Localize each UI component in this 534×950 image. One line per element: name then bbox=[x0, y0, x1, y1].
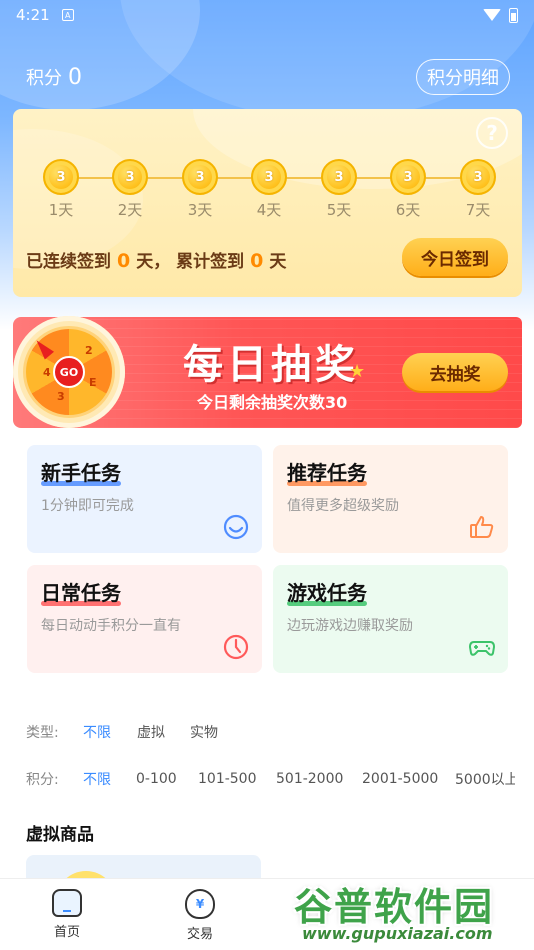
summary-suffix: 天 bbox=[269, 252, 287, 272]
coin-icon: 3 bbox=[112, 159, 148, 195]
wheel-go-icon: GO bbox=[53, 356, 85, 388]
type-option-virtual[interactable]: 虚拟 bbox=[137, 722, 190, 742]
task-title: 推荐任务 bbox=[287, 461, 367, 485]
go-lottery-button[interactable]: 去抽奖 bbox=[402, 353, 508, 391]
nav-trade[interactable]: ¥ 交易 bbox=[170, 889, 230, 942]
signin-day-2: 3 2天 bbox=[110, 159, 150, 220]
nav-home[interactable]: 首页 bbox=[37, 889, 97, 940]
home-icon bbox=[52, 889, 82, 917]
day-label: 6天 bbox=[395, 201, 421, 219]
notification-a-icon: A bbox=[61, 9, 74, 21]
smile-icon bbox=[223, 514, 249, 540]
lottery-title: 每日抽奖 bbox=[183, 342, 359, 388]
task-desc: 值得更多超级奖励 bbox=[287, 498, 399, 514]
points-option-all[interactable]: 不限 bbox=[83, 769, 136, 789]
points-header: 积分 0 积分明细 bbox=[26, 59, 510, 95]
lottery-remaining: 今日剩余抽奖次数30 bbox=[197, 393, 348, 412]
nav-label: 首页 bbox=[53, 925, 80, 940]
day-label: 2天 bbox=[117, 201, 143, 219]
signin-day-1: 3 1天 bbox=[41, 159, 81, 220]
battery-icon bbox=[509, 7, 518, 23]
task-card-newbie[interactable]: 新手任务 1分钟即可完成 bbox=[27, 445, 262, 553]
lottery-banner[interactable]: 2 4 3 E GO 每日抽奖 ★ 今日剩余抽奖次数30 去抽奖 bbox=[13, 316, 522, 428]
points-option-0-100[interactable]: 0-100 bbox=[136, 771, 198, 787]
signin-day-3: 3 3天 bbox=[180, 159, 220, 220]
task-title: 新手任务 bbox=[41, 461, 121, 485]
points-filter: 积分: 不限 0-100 101-500 501-2000 2001-5000 … bbox=[26, 767, 515, 791]
help-icon[interactable]: ? bbox=[476, 117, 508, 149]
task-card-recommend[interactable]: 推荐任务 值得更多超级奖励 bbox=[273, 445, 508, 553]
signin-day-5: 3 5天 bbox=[319, 159, 359, 220]
coin-icon: 3 bbox=[251, 159, 287, 195]
task-desc: 每日动动手积分一直有 bbox=[41, 618, 181, 634]
task-desc: 1分钟即可完成 bbox=[41, 498, 134, 514]
consecutive-days-count: 0 bbox=[117, 250, 131, 272]
task-title: 游戏任务 bbox=[287, 581, 367, 605]
day-label: 4天 bbox=[256, 201, 282, 219]
gamepad-icon bbox=[469, 641, 495, 656]
points-option-101-500[interactable]: 101-500 bbox=[198, 771, 276, 787]
task-desc: 边玩游戏边赚取奖励 bbox=[287, 618, 413, 634]
status-time: 4:21 bbox=[16, 6, 50, 24]
type-filter-label: 类型: bbox=[26, 725, 59, 741]
day-label: 5天 bbox=[326, 201, 352, 219]
points-option-5000-plus[interactable]: 5000以上 bbox=[455, 769, 515, 789]
signin-day-4: 3 4天 bbox=[249, 159, 289, 220]
section-title: 虚拟商品 bbox=[26, 825, 94, 845]
star-icon: ★ bbox=[349, 361, 366, 382]
coin-icon: 3 bbox=[460, 159, 496, 195]
type-option-physical[interactable]: 实物 bbox=[190, 722, 218, 742]
signin-day-6: 3 6天 bbox=[388, 159, 428, 220]
task-card-game[interactable]: 游戏任务 边玩游戏边赚取奖励 bbox=[273, 565, 508, 673]
coin-icon: 3 bbox=[390, 159, 426, 195]
day-label: 7天 bbox=[465, 201, 491, 219]
coin-icon: 3 bbox=[321, 159, 357, 195]
signin-days: 3 1天 3 2天 3 3天 3 4天 3 5天 3 6天 3 7天 bbox=[41, 159, 496, 229]
signin-summary: 已连续签到 0 天， 累计签到 0 天 bbox=[26, 247, 286, 272]
checkin-button[interactable]: 今日签到 bbox=[402, 238, 508, 276]
signin-card: ? 3 1天 3 2天 3 3天 3 4天 3 5天 3 6天 3 7天 已连续… bbox=[13, 109, 522, 297]
coin-icon: 3 bbox=[43, 159, 79, 195]
summary-mid: 天， 累计签到 bbox=[136, 252, 245, 272]
points-detail-button[interactable]: 积分明细 bbox=[416, 59, 510, 95]
day-label: 1天 bbox=[48, 201, 74, 219]
coin-icon: 3 bbox=[182, 159, 218, 195]
lottery-wheel-icon: 2 4 3 E GO bbox=[13, 316, 125, 428]
type-option-all[interactable]: 不限 bbox=[83, 722, 137, 742]
watermark-logo: 谷普软件园 www.gupuxiazai.com bbox=[294, 885, 495, 943]
type-filter: 类型: 不限 虚拟 实物 bbox=[26, 720, 218, 744]
points-option-2001-5000[interactable]: 2001-5000 bbox=[362, 771, 455, 787]
points-option-501-2000[interactable]: 501-2000 bbox=[276, 771, 362, 787]
total-days-count: 0 bbox=[250, 250, 264, 272]
task-card-daily[interactable]: 日常任务 每日动动手积分一直有 bbox=[27, 565, 262, 673]
nav-label: 交易 bbox=[186, 927, 213, 942]
wifi-icon bbox=[483, 9, 501, 21]
signin-day-7: 3 7天 bbox=[458, 159, 498, 220]
summary-prefix: 已连续签到 bbox=[26, 252, 111, 272]
task-title: 日常任务 bbox=[41, 581, 121, 605]
clock-icon bbox=[223, 634, 249, 660]
points-label: 积分 bbox=[26, 68, 62, 89]
day-label: 3天 bbox=[187, 201, 213, 219]
points-filter-label: 积分: bbox=[26, 772, 59, 788]
points-value: 0 bbox=[68, 64, 82, 90]
status-bar: 4:21 A bbox=[0, 0, 534, 30]
thumbs-up-icon bbox=[470, 516, 494, 538]
money-bag-icon: ¥ bbox=[185, 889, 215, 919]
